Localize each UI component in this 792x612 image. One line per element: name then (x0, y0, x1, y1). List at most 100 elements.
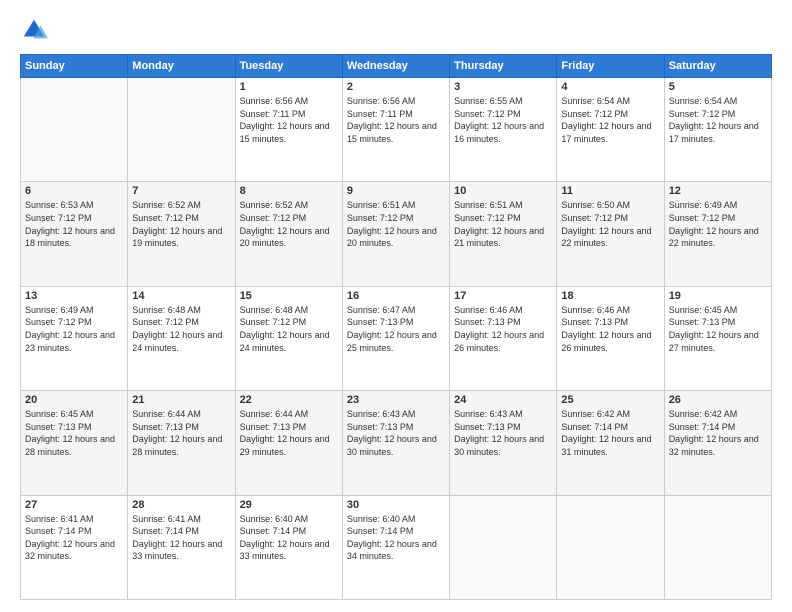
day-number: 25 (561, 394, 659, 406)
day-info: Sunrise: 6:56 AMSunset: 7:11 PMDaylight:… (240, 95, 338, 145)
calendar-cell: 15 Sunrise: 6:48 AMSunset: 7:12 PMDayligh… (235, 286, 342, 390)
calendar-cell: 17 Sunrise: 6:46 AMSunset: 7:13 PMDayligh… (450, 286, 557, 390)
calendar-cell (557, 495, 664, 599)
day-info: Sunrise: 6:48 AMSunset: 7:12 PMDaylight:… (132, 304, 230, 354)
week-row-2: 6 Sunrise: 6:53 AMSunset: 7:12 PMDaylight… (21, 182, 772, 286)
calendar-cell: 27 Sunrise: 6:41 AMSunset: 7:14 PMDayligh… (21, 495, 128, 599)
calendar-cell: 3 Sunrise: 6:55 AMSunset: 7:12 PMDaylight… (450, 78, 557, 182)
calendar-header: SundayMondayTuesdayWednesdayThursdayFrid… (21, 55, 772, 78)
day-number: 21 (132, 394, 230, 406)
day-number: 5 (669, 81, 767, 93)
calendar-cell: 6 Sunrise: 6:53 AMSunset: 7:12 PMDaylight… (21, 182, 128, 286)
calendar-cell: 24 Sunrise: 6:43 AMSunset: 7:13 PMDayligh… (450, 391, 557, 495)
day-info: Sunrise: 6:44 AMSunset: 7:13 PMDaylight:… (132, 408, 230, 458)
day-number: 29 (240, 499, 338, 511)
day-info: Sunrise: 6:42 AMSunset: 7:14 PMDaylight:… (669, 408, 767, 458)
day-number: 16 (347, 290, 445, 302)
day-info: Sunrise: 6:49 AMSunset: 7:12 PMDaylight:… (25, 304, 123, 354)
calendar-cell: 16 Sunrise: 6:47 AMSunset: 7:13 PMDayligh… (342, 286, 449, 390)
day-number: 24 (454, 394, 552, 406)
day-number: 2 (347, 81, 445, 93)
day-number: 27 (25, 499, 123, 511)
day-number: 3 (454, 81, 552, 93)
day-info: Sunrise: 6:53 AMSunset: 7:12 PMDaylight:… (25, 199, 123, 249)
calendar-cell: 12 Sunrise: 6:49 AMSunset: 7:12 PMDayligh… (664, 182, 771, 286)
day-number: 26 (669, 394, 767, 406)
day-number: 30 (347, 499, 445, 511)
day-info: Sunrise: 6:43 AMSunset: 7:13 PMDaylight:… (454, 408, 552, 458)
day-info: Sunrise: 6:49 AMSunset: 7:12 PMDaylight:… (669, 199, 767, 249)
weekday-header-friday: Friday (557, 55, 664, 78)
day-number: 7 (132, 185, 230, 197)
calendar-cell (21, 78, 128, 182)
header (20, 16, 772, 44)
day-number: 12 (669, 185, 767, 197)
day-number: 19 (669, 290, 767, 302)
day-info: Sunrise: 6:46 AMSunset: 7:13 PMDaylight:… (454, 304, 552, 354)
day-info: Sunrise: 6:45 AMSunset: 7:13 PMDaylight:… (25, 408, 123, 458)
calendar-cell: 30 Sunrise: 6:40 AMSunset: 7:14 PMDayligh… (342, 495, 449, 599)
weekday-header-wednesday: Wednesday (342, 55, 449, 78)
calendar-cell: 25 Sunrise: 6:42 AMSunset: 7:14 PMDayligh… (557, 391, 664, 495)
day-info: Sunrise: 6:40 AMSunset: 7:14 PMDaylight:… (347, 513, 445, 563)
day-info: Sunrise: 6:41 AMSunset: 7:14 PMDaylight:… (25, 513, 123, 563)
calendar-cell: 14Sunrise: 6:48 AMSunset: 7:12 PMDayligh… (128, 286, 235, 390)
day-info: Sunrise: 6:54 AMSunset: 7:12 PMDaylight:… (561, 95, 659, 145)
day-number: 1 (240, 81, 338, 93)
day-info: Sunrise: 6:42 AMSunset: 7:14 PMDaylight:… (561, 408, 659, 458)
day-info: Sunrise: 6:48 AMSunset: 7:12 PMDaylight:… (240, 304, 338, 354)
day-info: Sunrise: 6:43 AMSunset: 7:13 PMDaylight:… (347, 408, 445, 458)
day-number: 18 (561, 290, 659, 302)
day-number: 15 (240, 290, 338, 302)
calendar-cell: 26 Sunrise: 6:42 AMSunset: 7:14 PMDayligh… (664, 391, 771, 495)
day-info: Sunrise: 6:52 AMSunset: 7:12 PMDaylight:… (240, 199, 338, 249)
day-number: 22 (240, 394, 338, 406)
day-info: Sunrise: 6:40 AMSunset: 7:14 PMDaylight:… (240, 513, 338, 563)
day-info: Sunrise: 6:44 AMSunset: 7:13 PMDaylight:… (240, 408, 338, 458)
calendar-cell: 29 Sunrise: 6:40 AMSunset: 7:14 PMDayligh… (235, 495, 342, 599)
day-info: Sunrise: 6:46 AMSunset: 7:13 PMDaylight:… (561, 304, 659, 354)
weekday-header-monday: Monday (128, 55, 235, 78)
day-info: Sunrise: 6:50 AMSunset: 7:12 PMDaylight:… (561, 199, 659, 249)
week-row-1: 1 Sunrise: 6:56 AMSunset: 7:11 PMDaylight… (21, 78, 772, 182)
day-number: 28 (132, 499, 230, 511)
weekday-header-saturday: Saturday (664, 55, 771, 78)
day-number: 4 (561, 81, 659, 93)
week-row-5: 27 Sunrise: 6:41 AMSunset: 7:14 PMDayligh… (21, 495, 772, 599)
calendar-cell: 5 Sunrise: 6:54 AMSunset: 7:12 PMDaylight… (664, 78, 771, 182)
day-info: Sunrise: 6:45 AMSunset: 7:13 PMDaylight:… (669, 304, 767, 354)
calendar-cell: 22 Sunrise: 6:44 AMSunset: 7:13 PMDayligh… (235, 391, 342, 495)
day-info: Sunrise: 6:55 AMSunset: 7:12 PMDaylight:… (454, 95, 552, 145)
calendar-cell: 2 Sunrise: 6:56 AMSunset: 7:11 PMDaylight… (342, 78, 449, 182)
weekday-header-sunday: Sunday (21, 55, 128, 78)
calendar-cell: 11 Sunrise: 6:50 AMSunset: 7:12 PMDayligh… (557, 182, 664, 286)
day-info: Sunrise: 6:54 AMSunset: 7:12 PMDaylight:… (669, 95, 767, 145)
day-info: Sunrise: 6:51 AMSunset: 7:12 PMDaylight:… (347, 199, 445, 249)
calendar-cell: 1 Sunrise: 6:56 AMSunset: 7:11 PMDaylight… (235, 78, 342, 182)
calendar-cell (450, 495, 557, 599)
page: SundayMondayTuesdayWednesdayThursdayFrid… (0, 0, 792, 612)
calendar-cell: 7Sunrise: 6:52 AMSunset: 7:12 PMDaylight… (128, 182, 235, 286)
day-number: 8 (240, 185, 338, 197)
calendar-cell: 4 Sunrise: 6:54 AMSunset: 7:12 PMDaylight… (557, 78, 664, 182)
day-info: Sunrise: 6:47 AMSunset: 7:13 PMDaylight:… (347, 304, 445, 354)
day-number: 10 (454, 185, 552, 197)
calendar-cell: 10 Sunrise: 6:51 AMSunset: 7:12 PMDayligh… (450, 182, 557, 286)
calendar-cell: 18 Sunrise: 6:46 AMSunset: 7:13 PMDayligh… (557, 286, 664, 390)
calendar-cell: 19 Sunrise: 6:45 AMSunset: 7:13 PMDayligh… (664, 286, 771, 390)
day-number: 6 (25, 185, 123, 197)
day-number: 11 (561, 185, 659, 197)
calendar-cell: 9Sunrise: 6:51 AMSunset: 7:12 PMDaylight… (342, 182, 449, 286)
weekday-header-tuesday: Tuesday (235, 55, 342, 78)
weekday-header-row: SundayMondayTuesdayWednesdayThursdayFrid… (21, 55, 772, 78)
week-row-3: 13 Sunrise: 6:49 AMSunset: 7:12 PMDayligh… (21, 286, 772, 390)
day-number: 13 (25, 290, 123, 302)
day-number: 17 (454, 290, 552, 302)
day-info: Sunrise: 6:56 AMSunset: 7:11 PMDaylight:… (347, 95, 445, 145)
week-row-4: 20Sunrise: 6:45 AMSunset: 7:13 PMDayligh… (21, 391, 772, 495)
logo-icon (20, 16, 48, 44)
calendar-cell (664, 495, 771, 599)
day-info: Sunrise: 6:51 AMSunset: 7:12 PMDaylight:… (454, 199, 552, 249)
day-info: Sunrise: 6:41 AMSunset: 7:14 PMDaylight:… (132, 513, 230, 563)
calendar-cell: 21 Sunrise: 6:44 AMSunset: 7:13 PMDayligh… (128, 391, 235, 495)
